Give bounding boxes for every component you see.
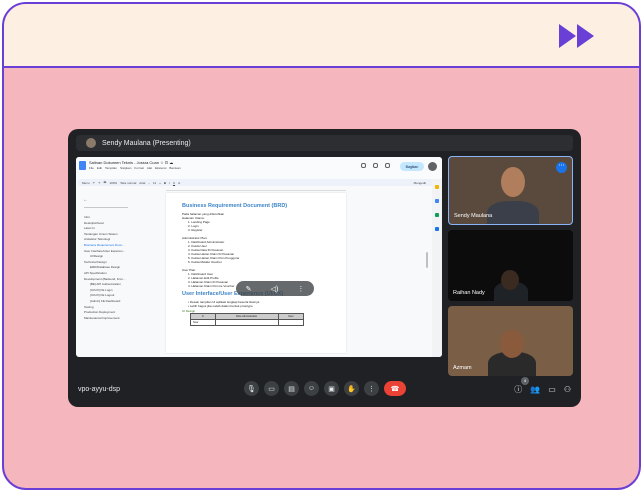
menu-extensions[interactable]: Ekstensi [155,166,166,170]
table-cell [277,319,305,326]
participant-name: Azmam [453,365,472,371]
call-controls: 🎙 ▭ ▤ ☺ ▣ ✋ ⋮ ☎ [244,381,406,396]
more-options-icon[interactable]: ⋯ [556,162,567,173]
tasks-icon[interactable] [435,199,439,203]
video-call-icon[interactable] [385,163,390,168]
table-row: Now [190,319,305,326]
participant-video [501,167,525,197]
menu-tools[interactable]: Alat [147,166,152,170]
brd-list-item: 3. Register [188,228,203,232]
pin-icon[interactable]: ✎ [246,285,252,293]
outline-item-active[interactable]: Business Requirement Docu... [84,243,126,249]
participant-name: Sendy Maulana [454,213,493,219]
menu-format[interactable]: Format [134,166,144,170]
camera-icon[interactable]: ▭ [264,381,279,396]
emoji-icon[interactable]: ☺ [304,381,319,396]
ruler [166,188,346,191]
docs-logo-icon [79,161,86,170]
comment-icon[interactable] [373,163,378,168]
table-cell [214,319,279,326]
participant-video [501,270,519,290]
participant-tile[interactable]: Azmam [448,306,573,376]
participant-tile[interactable]: Raihan Nady [448,230,573,301]
docs-header: Salinan Dokumen Teknis - Jossra Cuan ☆ ⊡… [76,157,442,179]
document-page[interactable]: Business Requirement Document (BRD) Pada… [166,193,346,353]
outline-item[interactable]: [BE] API Authentication [84,282,126,288]
font-select[interactable]: Arial [139,181,145,185]
menu-insert[interactable]: Sisipkan [120,166,131,170]
redo-icon[interactable]: ↷ [98,181,101,185]
menu-view[interactable]: Tampilan [105,166,117,170]
share-button[interactable]: Bagikan [400,162,424,171]
side-panel-controls: ⓘ 👥 ▭ ⚇ [514,384,571,395]
italic-button[interactable]: I [169,181,170,185]
menu-edit[interactable]: Edit [97,166,102,170]
toolbar-menu[interactable]: Menu [82,181,90,185]
end-call-button[interactable]: ☎ [384,381,406,396]
chat-icon[interactable]: ▭ [548,385,556,394]
document-outline: ← Intro Deskripsi/Goal Latar ini Tantang… [78,197,150,347]
meeting-code: vpo-ayyu-dsp [78,386,121,393]
participant-video [500,330,524,358]
editing-mode-select[interactable]: Mengedit [414,181,426,185]
presenter-avatar [86,138,96,148]
outline-list: Intro Deskripsi/Goal Latar ini Tantangan… [84,215,126,321]
font-size-increase[interactable]: + [159,181,161,185]
underline-button[interactable]: U [173,181,175,185]
microphone-icon[interactable]: 🎙 [244,381,259,396]
menu-file[interactable]: File [89,166,94,170]
presentation-overlay: ✎ ◁) ⋮ [236,281,314,296]
presenter-bar: Sendy Maulana (Presenting) [76,135,573,151]
style-select[interactable]: Teks normal [120,181,136,185]
docs-user-avatar[interactable] [428,162,437,171]
slide-frame: Sendy Maulana (Presenting) Salinan Dokum… [2,2,641,490]
zoom-select[interactable]: 100% [109,181,117,185]
history-icon[interactable] [361,163,366,168]
outline-back-icon[interactable]: ← [83,197,88,203]
raise-hand-icon[interactable]: ✋ [344,381,359,396]
text-color-button[interactable]: A [178,181,180,185]
user-list-item: 4. Halaman Klaim Poin ke Voucher [188,284,235,288]
fast-forward-icon [559,24,594,48]
print-icon[interactable]: 🖶 [104,180,107,185]
more-icon[interactable]: ⋮ [297,285,304,293]
keep-icon[interactable] [435,185,439,189]
menu-help[interactable]: Bantuan [169,166,180,170]
undo-icon[interactable]: ↶ [93,181,96,185]
brd-heading: Business Requirement Document (BRD) [182,203,288,209]
uiux-list-item: • Lebih bagus jika sudah dalam bentuk pr… [188,304,253,308]
present-screen-icon[interactable]: ▣ [324,381,339,396]
font-size-decrease[interactable]: − [148,181,150,185]
table-cell: Now [190,319,216,326]
participant-name: Raihan Nady [453,290,485,296]
docs-menu: File Edit Tampilan Sisipkan Format Alat … [89,166,181,170]
meet-window: Sendy Maulana (Presenting) Salinan Dokum… [68,129,581,407]
bold-button[interactable]: B [164,181,166,185]
admin-list-item: 6. Kelola Melalui Voucher [188,260,222,264]
more-options-icon[interactable]: ⋮ [364,381,379,396]
docs-title[interactable]: Salinan Dokumen Teknis - Jossra Cuan ☆ ⊡… [89,160,173,165]
outline-item[interactable]: Maintenance/Improvement [84,316,126,322]
ui-design-table: # Role Administrator User Now [190,313,305,326]
info-icon[interactable]: ⓘ [514,384,522,395]
volume-icon[interactable]: ◁) [271,285,279,293]
doc-scrollbar[interactable] [426,252,428,268]
font-size-value[interactable]: 11 [153,181,156,185]
outline-item[interactable]: [Admin] FE Dashboard [84,299,126,305]
captions-icon[interactable]: ▤ [284,381,299,396]
activities-icon[interactable]: ⚇ [564,385,571,394]
people-icon[interactable]: 👥 [530,385,540,394]
contacts-icon[interactable] [435,213,439,217]
top-banner [4,4,639,68]
participant-video [487,201,539,224]
participant-tile[interactable]: ⋯ Sendy Maulana [448,156,573,225]
docs-toolbar: Menu ↶ ↷ 🖶 100% Teks normal Arial − 11 +… [78,179,440,186]
presenter-name: Sendy Maulana (Presenting) [102,139,191,147]
outline-divider [84,207,128,208]
shared-screen: Salinan Dokumen Teknis - Jossra Cuan ☆ ⊡… [76,157,442,357]
maps-icon[interactable] [435,227,439,231]
docs-side-panel [432,179,442,357]
